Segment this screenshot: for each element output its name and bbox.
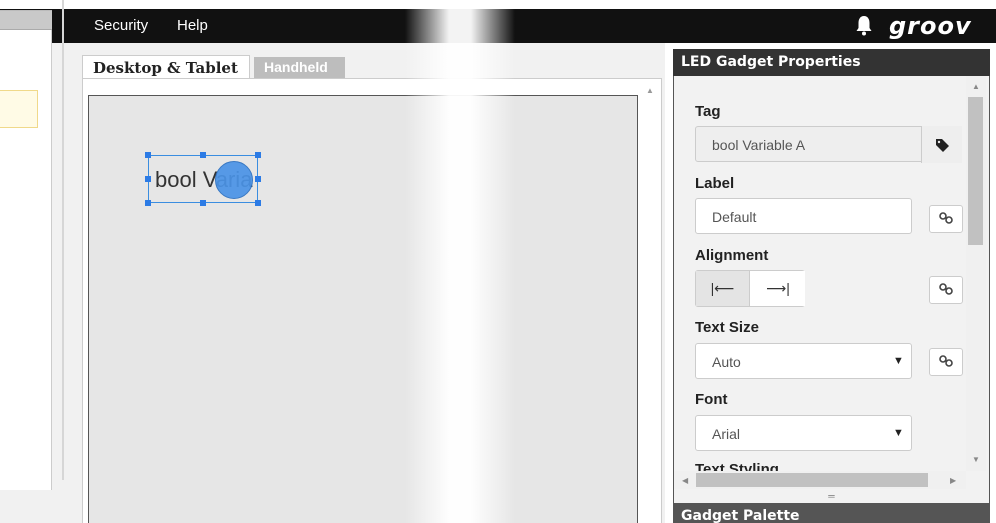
top-menubar: nfigure Security Help groov <box>0 9 996 43</box>
scroll-right-icon[interactable]: ▶ <box>950 476 956 485</box>
layout-tabs: Desktop & Tablet Handheld <box>82 55 662 79</box>
led-indicator <box>215 161 253 199</box>
gadget-palette-title[interactable]: Gadget Palette <box>673 503 990 523</box>
menu-security[interactable]: Security <box>94 17 148 34</box>
panel-splitter-handle[interactable]: ═ <box>674 489 989 503</box>
tab-handheld[interactable]: Handheld <box>254 57 345 78</box>
link-button-text-size[interactable] <box>929 348 963 376</box>
text-size-label: Text Size <box>695 319 759 336</box>
left-pane-highlight[interactable] <box>0 90 38 128</box>
pane-divider[interactable] <box>62 0 64 480</box>
panel-title: LED Gadget Properties <box>673 49 990 76</box>
link-icon <box>939 355 953 367</box>
text-styling-label: Text Styling <box>695 461 779 471</box>
resize-handle-nw[interactable] <box>145 152 151 158</box>
label-field[interactable]: Default <box>695 198 912 234</box>
scroll-down-icon[interactable]: ▼ <box>972 455 980 464</box>
font-select[interactable]: Arial <box>695 415 912 451</box>
chevron-down-icon: ▼ <box>893 355 904 367</box>
resize-handle-s[interactable] <box>200 200 206 206</box>
resize-handle-n[interactable] <box>200 152 206 158</box>
link-button-alignment[interactable] <box>929 276 963 304</box>
resize-handle-w[interactable] <box>145 176 151 182</box>
tag-label: Tag <box>695 103 721 120</box>
tag-icon <box>936 139 949 152</box>
resize-handle-se[interactable] <box>255 200 261 206</box>
link-icon <box>939 212 953 224</box>
link-icon <box>939 283 953 295</box>
bell-icon[interactable] <box>855 14 873 36</box>
alignment-toggle-group: |⟵ ⟶| <box>695 270 805 307</box>
chevron-down-icon: ▼ <box>893 427 904 439</box>
font-label: Font <box>695 391 728 408</box>
tab-desktop-tablet[interactable]: Desktop & Tablet <box>82 55 250 79</box>
align-right-button[interactable]: ⟶| <box>751 271 805 306</box>
tab-underline <box>82 78 662 79</box>
vertical-scroll-thumb[interactable] <box>968 97 983 245</box>
align-left-button[interactable]: |⟵ <box>696 271 750 306</box>
groov-logo: groov <box>889 12 972 40</box>
horizontal-scroll-thumb[interactable] <box>696 473 928 487</box>
resize-handle-ne[interactable] <box>255 152 261 158</box>
label-label: Label <box>695 175 735 192</box>
scroll-up-icon[interactable]: ▲ <box>972 82 980 91</box>
resize-handle-e[interactable] <box>255 176 261 182</box>
tag-picker-button[interactable] <box>921 126 962 163</box>
link-button-label[interactable] <box>929 205 963 233</box>
left-pane-header <box>0 10 52 30</box>
menu-help[interactable]: Help <box>177 17 208 34</box>
scroll-left-icon[interactable]: ◀ <box>682 476 688 485</box>
canvas-scroll-up-icon[interactable]: ▲ <box>646 86 654 95</box>
resize-handle-sw[interactable] <box>145 200 151 206</box>
text-size-select[interactable]: Auto <box>695 343 912 379</box>
alignment-label: Alignment <box>695 247 769 264</box>
